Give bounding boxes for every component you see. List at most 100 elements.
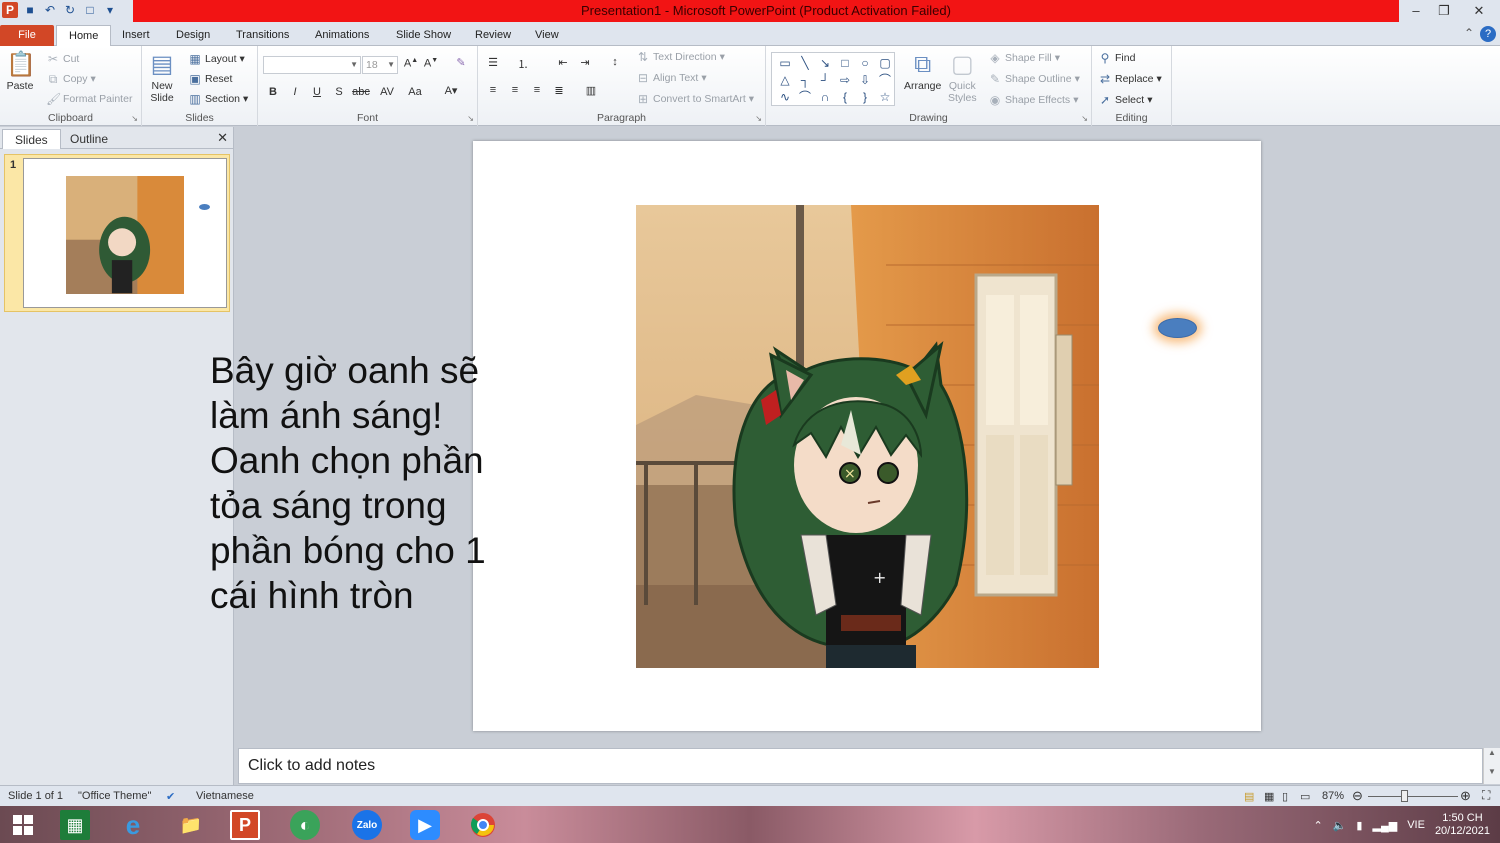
zalo-icon[interactable]: Zalo bbox=[352, 810, 382, 840]
scribble-shape-icon[interactable]: ∩ bbox=[816, 89, 834, 105]
shrink-font-icon[interactable]: A▼ bbox=[422, 57, 440, 70]
bold-icon[interactable]: B bbox=[264, 86, 282, 98]
bullets-icon[interactable]: ☰ bbox=[484, 56, 502, 69]
paste-button[interactable]: 📋 Paste bbox=[6, 50, 36, 92]
find-button[interactable]: ⚲ Find bbox=[1098, 51, 1136, 65]
slide-sorter-icon[interactable]: ▦ bbox=[1264, 790, 1274, 803]
language-tray[interactable]: VIE bbox=[1407, 819, 1425, 831]
show-hidden-icons-icon[interactable]: ⌃ bbox=[1314, 819, 1323, 832]
change-case-icon[interactable]: Aa bbox=[406, 86, 424, 98]
curve-shape-icon[interactable]: ∿ bbox=[776, 89, 794, 105]
tab-home[interactable]: Home bbox=[56, 25, 112, 46]
excel-icon[interactable]: ▦ bbox=[60, 810, 90, 840]
paragraph-launcher-icon[interactable]: ↘ bbox=[755, 114, 762, 123]
scroll-down-icon[interactable]: ▼ bbox=[1484, 767, 1500, 776]
oval-shape-icon[interactable]: ○ bbox=[856, 55, 874, 71]
character-spacing-icon[interactable]: AV bbox=[378, 86, 396, 98]
line-shape-icon[interactable]: ╲ bbox=[796, 55, 814, 71]
replace-button[interactable]: ⇄ Replace ▾ bbox=[1098, 72, 1162, 86]
text-direction-button[interactable]: ⇅ Text Direction ▾ bbox=[636, 50, 725, 64]
rounded-rect-shape-icon[interactable]: ▢ bbox=[876, 55, 894, 71]
clock[interactable]: 1:50 CH 20/12/2021 bbox=[1435, 812, 1490, 838]
right-arrow-shape-icon[interactable]: ⇨ bbox=[836, 72, 854, 88]
battery-icon[interactable]: ▮ bbox=[1356, 819, 1362, 832]
copy-button[interactable]: ⧉ Copy ▾ bbox=[46, 72, 96, 86]
down-arrow-shape-icon[interactable]: ⇩ bbox=[856, 72, 874, 88]
justify-icon[interactable]: ≣ bbox=[550, 84, 568, 97]
chrome-icon[interactable] bbox=[468, 810, 498, 840]
rectangle-shape-icon[interactable]: □ bbox=[836, 55, 854, 71]
reset-button[interactable]: ▣ Reset bbox=[188, 72, 232, 86]
zoom-slider-thumb[interactable] bbox=[1401, 790, 1408, 802]
slide-thumbnail-selected[interactable] bbox=[4, 154, 230, 312]
tab-slide-show[interactable]: Slide Show bbox=[384, 25, 463, 46]
triangle-shape-icon[interactable]: △ bbox=[776, 72, 794, 88]
glowing-oval-shape[interactable] bbox=[1158, 318, 1197, 338]
save-icon[interactable]: ■ bbox=[22, 2, 38, 18]
right-brace-shape-icon[interactable]: } bbox=[856, 89, 874, 105]
format-painter-button[interactable]: 🖌 Format Painter bbox=[46, 92, 132, 106]
tab-outline[interactable]: Outline bbox=[58, 129, 120, 149]
tab-transitions[interactable]: Transitions bbox=[224, 25, 301, 46]
windows-start-icon[interactable] bbox=[8, 810, 38, 840]
arrange-button[interactable]: ⧉ Arrange bbox=[904, 50, 941, 92]
zoom-out-icon[interactable]: ⊖ bbox=[1352, 788, 1363, 804]
align-center-icon[interactable]: ≡ bbox=[506, 84, 524, 96]
file-explorer-icon[interactable]: 📁 bbox=[176, 810, 206, 840]
scroll-up-icon[interactable]: ▲ bbox=[1484, 748, 1500, 757]
network-icon[interactable]: ▂▄▆ bbox=[1372, 819, 1397, 832]
powerpoint-icon[interactable]: P bbox=[230, 810, 260, 840]
spellcheck-icon[interactable]: ✔ bbox=[166, 790, 175, 803]
minimize-button[interactable]: – bbox=[1402, 0, 1430, 22]
quick-styles-button[interactable]: ▢ Quick Styles bbox=[948, 50, 977, 104]
font-name-combo[interactable]: ▼ bbox=[263, 56, 361, 74]
slide-body-text[interactable]: Bây giờ oanh sẽ làm ánh sáng! Oanh chọn … bbox=[210, 348, 500, 618]
decrease-indent-icon[interactable]: ⇤ bbox=[554, 56, 572, 69]
grow-font-icon[interactable]: A▲ bbox=[402, 57, 420, 70]
powerpoint-logo-icon[interactable]: P bbox=[2, 2, 18, 18]
italic-icon[interactable]: I bbox=[286, 86, 304, 98]
star-shape-icon[interactable]: ☆ bbox=[876, 89, 894, 105]
redo-icon[interactable]: ↻ bbox=[62, 2, 78, 18]
cut-button[interactable]: ✂ Cut bbox=[46, 52, 79, 66]
tab-view[interactable]: View bbox=[523, 25, 571, 46]
numbering-icon[interactable]: ⒈ bbox=[514, 56, 532, 72]
tab-design[interactable]: Design bbox=[164, 25, 222, 46]
internet-explorer-icon[interactable]: e bbox=[118, 810, 148, 840]
line-spacing-icon[interactable]: ↕ bbox=[606, 56, 624, 68]
new-slide-button[interactable]: ▤ New Slide bbox=[148, 50, 176, 104]
close-icon[interactable]: ✕ bbox=[217, 130, 228, 146]
convert-smartart-button[interactable]: ⊞ Convert to SmartArt ▾ bbox=[636, 92, 754, 106]
zoom-in-icon[interactable]: ⊕ bbox=[1460, 788, 1471, 804]
align-text-button[interactable]: ⊟ Align Text ▾ bbox=[636, 71, 707, 85]
section-button[interactable]: ▥ Section ▾ bbox=[188, 92, 248, 106]
zoom-slider-track[interactable] bbox=[1368, 796, 1458, 797]
font-launcher-icon[interactable]: ↘ bbox=[467, 114, 474, 123]
minimize-ribbon-icon[interactable]: ⌃ bbox=[1464, 26, 1474, 42]
zoom-level[interactable]: 87% bbox=[1322, 790, 1344, 802]
slide-thumbnail[interactable] bbox=[23, 158, 227, 308]
undo-icon[interactable]: ↶ bbox=[42, 2, 58, 18]
left-brace-shape-icon[interactable]: { bbox=[836, 89, 854, 105]
strikethrough-icon[interactable]: abc bbox=[352, 86, 370, 98]
arrow-line-shape-icon[interactable]: ↘ bbox=[816, 55, 834, 71]
normal-view-icon[interactable]: ▤ bbox=[1244, 790, 1254, 803]
shape-outline-button[interactable]: ✎ Shape Outline ▾ bbox=[988, 72, 1080, 86]
clear-formatting-icon[interactable]: ✎ bbox=[452, 56, 470, 69]
freeform-shape-icon[interactable]: ⌒ bbox=[876, 72, 894, 88]
help-icon[interactable]: ? bbox=[1480, 26, 1496, 42]
font-color-icon[interactable]: A▾ bbox=[442, 84, 460, 97]
layout-button[interactable]: ▦ Layout ▾ bbox=[188, 52, 244, 66]
slideshow-view-icon[interactable]: ▭ bbox=[1300, 790, 1310, 803]
close-button[interactable]: ✕ bbox=[1458, 0, 1500, 22]
language-indicator[interactable]: Vietnamese bbox=[196, 790, 254, 802]
drawing-launcher-icon[interactable]: ↘ bbox=[1081, 114, 1088, 123]
customize-toolbar-icon[interactable]: ▾ bbox=[102, 2, 118, 18]
shadow-icon[interactable]: S bbox=[330, 86, 348, 98]
elbow-connector-icon[interactable]: ┘ bbox=[816, 72, 834, 88]
font-size-combo[interactable]: 18 ▼ bbox=[362, 56, 398, 74]
shape-fill-button[interactable]: ◈ Shape Fill ▾ bbox=[988, 51, 1060, 65]
shapes-gallery[interactable]: ▭ ╲ ↘ □ ○ ▢ △ ┐ ┘ ⇨ ⇩ ⌒ ∿ ⌒ ∩ { } ☆ bbox=[771, 52, 895, 106]
restore-button[interactable]: ❐ bbox=[1430, 0, 1458, 22]
shape-effects-button[interactable]: ◉ Shape Effects ▾ bbox=[988, 93, 1079, 107]
